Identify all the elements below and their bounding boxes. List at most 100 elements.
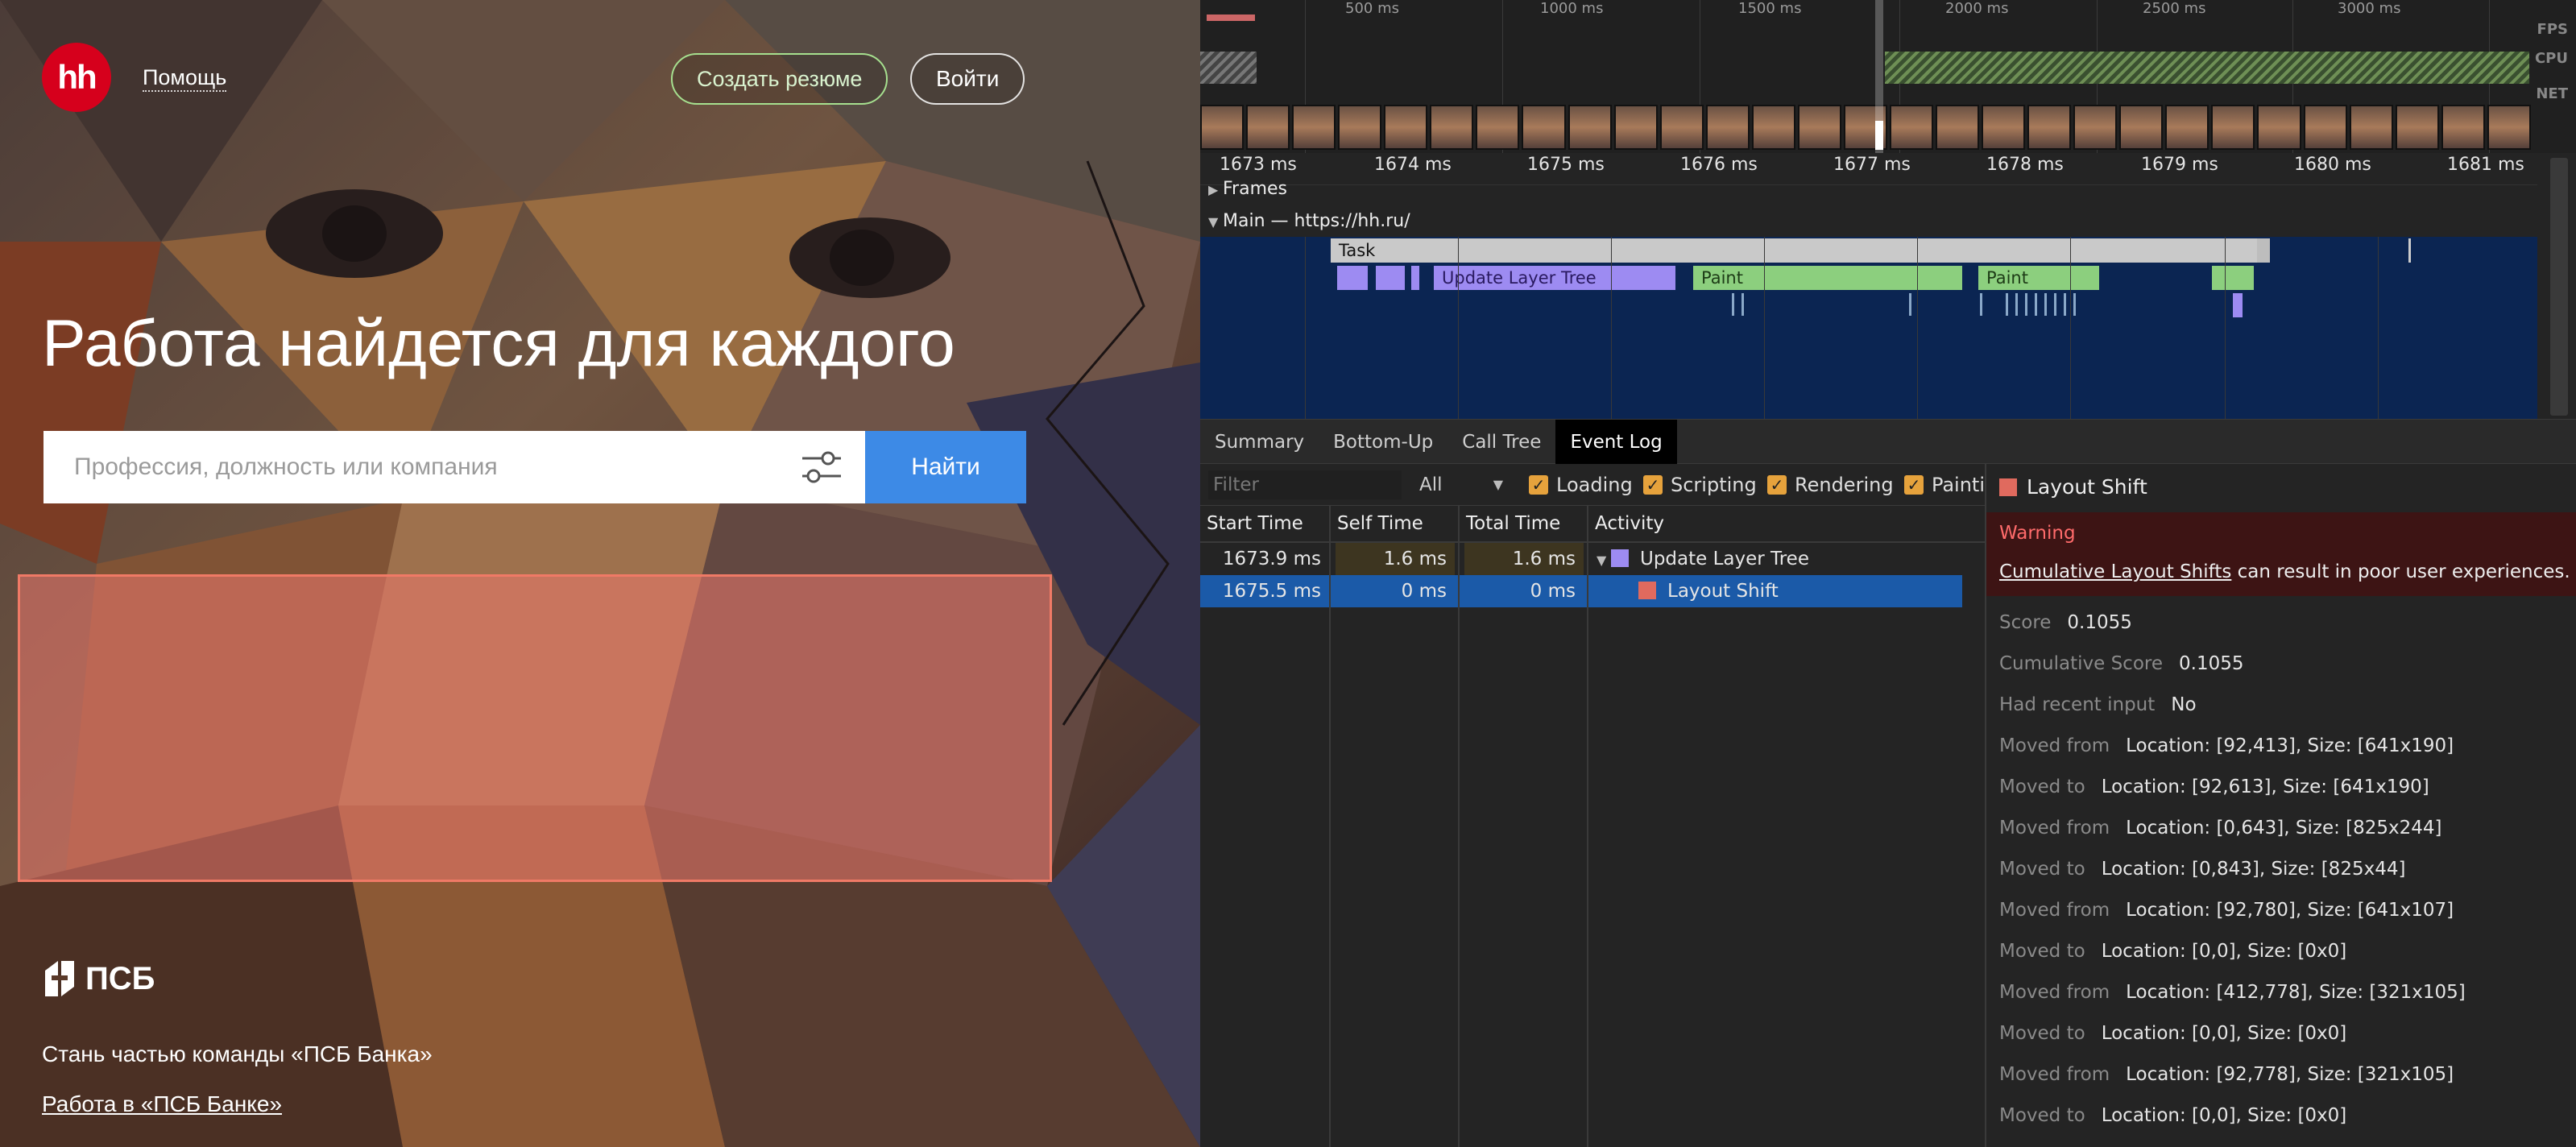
checkbox-label: Rendering <box>1795 474 1894 496</box>
create-resume-button[interactable]: Создать резюме <box>671 53 888 105</box>
promo-link[interactable]: Работа в «ПСБ Банке» <box>42 1091 282 1117</box>
flame-task-tail[interactable] <box>2257 238 2270 263</box>
chevron-down-icon: ▼ <box>1493 477 1503 492</box>
filter-input[interactable] <box>1208 470 1402 499</box>
table-row-selected[interactable]: 1675.5 ms 0 ms 0 ms Layout Shift <box>1200 575 1962 607</box>
overview-tick: 2000 ms <box>1945 0 2009 17</box>
tab-bottom-up[interactable]: Bottom-Up <box>1319 420 1447 465</box>
ruler-tick: 1680 ms <box>2294 155 2371 175</box>
main-track-header[interactable]: ▼ Main — https://hh.ru/ <box>1200 211 2537 231</box>
rendering-checkbox[interactable]: ✓ Rendering <box>1767 474 1894 496</box>
flame-update-layer-tree[interactable]: Update Layer Tree <box>1434 266 1675 290</box>
flame-task[interactable]: Task <box>1331 238 2257 263</box>
detail-row: Moved to Location: [0,0], Size: [0x0] <box>1999 941 2346 962</box>
scripting-checkbox[interactable]: ✓ Scripting <box>1643 474 1757 496</box>
login-button[interactable]: Войти <box>910 53 1025 105</box>
column-header-self-time[interactable]: Self Time <box>1331 506 1423 541</box>
collapse-arrow-icon[interactable]: ▼ <box>1208 214 1223 230</box>
detail-key: Moved to <box>1999 776 2085 797</box>
tab-event-log[interactable]: Event Log <box>1555 420 1677 465</box>
start-time-cell: 1673.9 ms <box>1222 549 1321 569</box>
category-color-swatch <box>1611 549 1629 567</box>
flame-paint[interactable]: Paint <box>1978 266 2099 290</box>
psb-brand-text: ПСБ <box>85 960 155 996</box>
detail-value: Location: [0,843], Size: [825x44] <box>2101 859 2406 880</box>
overview-tick: 1000 ms <box>1540 0 1604 17</box>
detail-key: Moved to <box>1999 1105 2085 1126</box>
category-select[interactable]: All ▼ <box>1411 470 1508 499</box>
total-time-cell: 1.6 ms <box>1464 543 1584 575</box>
detail-key: Cumulative Score <box>1999 653 2164 674</box>
checkmark-icon: ✓ <box>1529 475 1548 495</box>
activity-cell: Layout Shift <box>1638 575 1779 607</box>
detail-key: Moved to <box>1999 941 2085 962</box>
search-input[interactable] <box>43 431 785 503</box>
detail-key: Moved to <box>1999 859 2085 880</box>
ruler-tick: 1681 ms <box>2447 155 2524 175</box>
detail-key: Moved from <box>1999 1064 2110 1085</box>
detail-row: Moved from Location: [412,778], Size: [32… <box>1999 982 2466 1003</box>
detail-key: Moved from <box>1999 818 2110 839</box>
flame-paint[interactable] <box>2212 266 2254 290</box>
activity-cell: ▼ Update Layer Tree <box>1597 543 1809 577</box>
selection-window-marker <box>1875 121 1883 150</box>
painting-checkbox[interactable]: ✓ Painti <box>1904 474 1985 496</box>
warning-heading: Warning <box>1986 512 2576 554</box>
main-thread-flame-chart[interactable]: Task Update Layer Tree Paint Paint <box>1200 237 2537 419</box>
hero-background-image <box>0 0 1200 1147</box>
help-link[interactable]: Помощь <box>143 64 227 92</box>
search-button[interactable]: Найти <box>865 431 1026 503</box>
net-lane-label: NET <box>2536 85 2568 102</box>
cpu-lane-label: CPU <box>2534 50 2568 67</box>
psb-brand-icon <box>45 961 74 996</box>
frames-track-header[interactable]: ▶ Frames <box>1200 179 2537 199</box>
ruler-tick: 1676 ms <box>1680 155 1758 175</box>
flame-chart-scrollbar[interactable] <box>2550 158 2568 416</box>
column-header-start-time[interactable]: Start Time <box>1200 506 1303 541</box>
table-row[interactable]: 1673.9 ms 1.6 ms 1.6 ms ▼ Update Layer Tr… <box>1200 543 1962 575</box>
details-title: Layout Shift <box>1999 475 2147 499</box>
loading-checkbox[interactable]: ✓ Loading <box>1529 474 1633 496</box>
ruler-tick: 1678 ms <box>1986 155 2064 175</box>
psb-logo: ПСБ <box>42 959 155 999</box>
flame-update-layer-tree[interactable] <box>1411 266 1419 290</box>
timeline-overview[interactable]: 500 ms 1000 ms 1500 ms 2000 ms 2500 ms 3… <box>1200 0 2576 153</box>
tab-summary[interactable]: Summary <box>1200 420 1319 465</box>
details-tab-bar: Summary Bottom-Up Call Tree Event Log <box>1200 419 2576 465</box>
detail-value: Location: [0,643], Size: [825x244] <box>2126 818 2442 839</box>
detail-row: Moved from Location: [92,778], Size: [321… <box>1999 1064 2454 1085</box>
ruler-tick: 1673 ms <box>1220 155 1297 175</box>
collapse-arrow-icon[interactable]: ▼ <box>1597 545 1611 577</box>
detail-row: Had recent input No <box>1999 694 2197 715</box>
detail-value: Location: [92,413], Size: [641x190] <box>2126 735 2454 756</box>
hero-title: Работа найдется для каждого <box>42 307 955 380</box>
overview-tick: 1500 ms <box>1738 0 1802 17</box>
activity-label: Layout Shift <box>1667 581 1779 602</box>
detail-row: Moved to Location: [0,0], Size: [0x0] <box>1999 1023 2346 1044</box>
detail-value: Location: [0,0], Size: [0x0] <box>2101 1023 2347 1044</box>
main-track-label: Main — https://hh.ru/ <box>1223 211 1410 231</box>
flame-update-layer-tree[interactable] <box>1337 266 1368 290</box>
layout-shift-color-swatch <box>1999 478 2017 496</box>
cls-doc-link[interactable]: Cumulative Layout Shifts <box>1999 561 2231 582</box>
expand-arrow-icon[interactable]: ▶ <box>1208 182 1223 197</box>
detail-value: Location: [92,613], Size: [641x190] <box>2101 776 2429 797</box>
tab-call-tree[interactable]: Call Tree <box>1447 420 1555 465</box>
filter-sliders-icon[interactable] <box>799 449 844 486</box>
category-color-swatch <box>1638 582 1656 599</box>
category-select-value: All <box>1419 474 1443 495</box>
hh-logo[interactable]: hh <box>42 43 111 112</box>
event-details-pane: Layout Shift Warning Cumulative Layout S… <box>1985 464 2576 1147</box>
flame-update-layer-tree[interactable] <box>1376 266 1405 290</box>
warning-message: Cumulative Layout Shifts can result in p… <box>1986 554 2576 596</box>
detail-row: Score 0.1055 <box>1999 612 2132 633</box>
column-header-activity[interactable]: Activity <box>1588 506 1664 541</box>
detail-value: Location: [92,778], Size: [321x105] <box>2126 1064 2454 1085</box>
column-header-total-time[interactable]: Total Time <box>1460 506 1560 541</box>
checkmark-icon: ✓ <box>1643 475 1663 495</box>
screenshots-filmstrip[interactable] <box>1200 105 2531 150</box>
overview-tick: 3000 ms <box>2338 0 2401 17</box>
flame-event[interactable] <box>2233 293 2243 317</box>
flame-paint[interactable]: Paint <box>1693 266 1962 290</box>
ruler-tick: 1674 ms <box>1374 155 1452 175</box>
